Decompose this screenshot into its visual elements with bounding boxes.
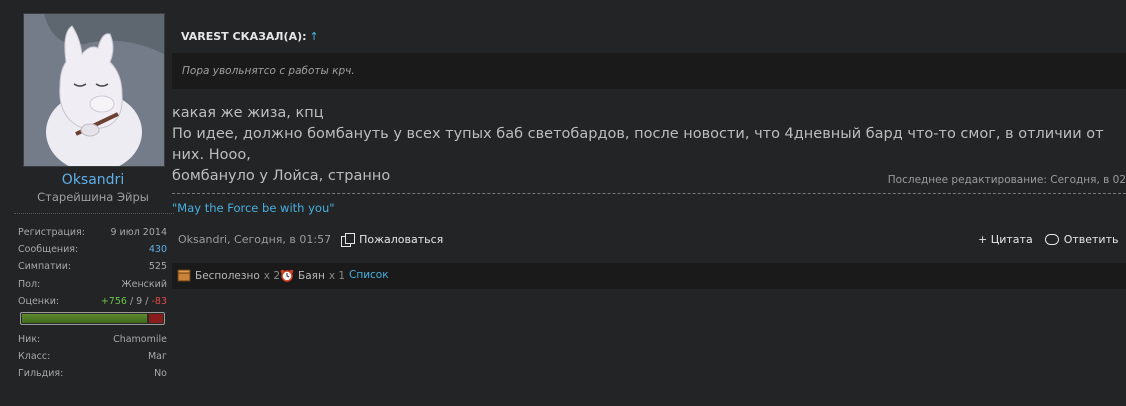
stat-registration: Регистрация: 9 июл 2014 bbox=[18, 224, 167, 241]
stat-value: Chamomile bbox=[113, 333, 167, 345]
rating-useless[interactable]: Бесполезно x 2 bbox=[177, 269, 280, 282]
stat-nick: Ник: Chamomile bbox=[18, 331, 167, 348]
stat-label: Симпатии: bbox=[18, 261, 72, 273]
stat-label: Гильдия: bbox=[18, 368, 64, 380]
ratings-list-link[interactable]: Список bbox=[349, 269, 389, 281]
rating-label: Баян bbox=[298, 269, 325, 282]
quote-text: Пора увольнятсо с работы крч. bbox=[182, 65, 355, 77]
post-actions: + Цитата Ответить #6 bbox=[978, 233, 1126, 246]
rating-count: x 1 bbox=[328, 269, 346, 282]
stat-messages: Сообщения: 430 bbox=[18, 241, 167, 258]
stat-label: Ник: bbox=[18, 333, 41, 345]
stat-gender: Пол: Женский bbox=[18, 276, 167, 293]
post-author-date[interactable]: Oksandri, Сегодня, в 01:57 bbox=[178, 233, 331, 246]
signature-divider bbox=[172, 193, 1126, 194]
stat-value: Женский bbox=[121, 278, 167, 290]
message-line: какая же жиза, кпц bbox=[172, 105, 324, 121]
reply-icon bbox=[1044, 234, 1059, 245]
message-line: По идее, должно бомбануть у всех тупых б… bbox=[172, 126, 1104, 163]
rating-positive: +756 bbox=[100, 295, 127, 307]
arrow-up-icon[interactable]: ↑ bbox=[310, 30, 319, 43]
avatar[interactable] bbox=[23, 13, 165, 167]
report-label: Пожаловаться bbox=[359, 233, 444, 246]
rating-bar-negative bbox=[149, 313, 163, 323]
rating-negative: -83 bbox=[151, 295, 167, 307]
avatar-image bbox=[24, 14, 164, 166]
user-sidebar: Oksandri Старейшина Эйры Регистрация: 9 и… bbox=[0, 0, 174, 406]
ratings-value: +756 / 9 / -83 bbox=[101, 293, 167, 310]
stat-label: Регистрация: bbox=[18, 227, 85, 238]
quote-button[interactable]: + Цитата bbox=[978, 233, 1033, 246]
stat-likes: Симпатии: 525 bbox=[18, 258, 167, 275]
stat-ratings: Оценки: +756 / 9 / -83 bbox=[18, 293, 167, 310]
username[interactable]: Oksandri bbox=[0, 172, 186, 188]
stat-label: Пол: bbox=[18, 278, 41, 290]
stat-label: Класс: bbox=[18, 351, 51, 363]
stat-value: 525 bbox=[148, 261, 167, 273]
messages-link[interactable]: 430 bbox=[149, 241, 167, 258]
report-button[interactable]: Пожаловаться bbox=[341, 233, 444, 247]
quote-header: VAREST СКАЗАЛ(А): ↑ bbox=[181, 30, 319, 43]
stat-value: 9 июл 2014 bbox=[110, 227, 167, 238]
box-icon bbox=[177, 269, 191, 282]
edited-note: Последнее редактирование: Сегодня, в 02 bbox=[887, 174, 1126, 186]
alarm-clock-icon bbox=[280, 269, 294, 282]
stat-label: Оценки: bbox=[18, 295, 60, 307]
stat-guild: Гильдия: No bbox=[18, 365, 167, 382]
user-stats: Регистрация: 9 июл 2014 Сообщения: 430 Сим… bbox=[18, 224, 167, 383]
quote-block: Пора увольнятсо с работы крч. bbox=[172, 53, 1126, 89]
stat-value: No bbox=[154, 368, 167, 380]
rating-label: Бесполезно bbox=[195, 269, 260, 282]
stat-value: Маг bbox=[147, 351, 167, 363]
rating-old[interactable]: Баян x 1 bbox=[280, 269, 345, 282]
reply-button[interactable]: Ответить bbox=[1044, 233, 1119, 246]
user-title: Старейшина Эйры bbox=[37, 190, 149, 204]
rating-sep: / bbox=[126, 295, 137, 307]
stat-label: Сообщения: bbox=[18, 244, 79, 256]
quote-author: VAREST СКАЗАЛ(А): bbox=[181, 30, 307, 43]
stat-class: Класс: Маг bbox=[18, 348, 167, 365]
rating-bar bbox=[20, 311, 165, 325]
report-icon bbox=[341, 233, 356, 247]
divider bbox=[14, 213, 174, 214]
ratings-bar: Бесполезно x 2 Баян x 1 Список bbox=[172, 263, 1126, 289]
reply-label: Ответить bbox=[1063, 233, 1119, 246]
post-meta: Oksandri, Сегодня, в 01:57 Пожаловаться bbox=[178, 233, 444, 247]
rating-bar-positive bbox=[22, 313, 147, 323]
rating-count: x 2 bbox=[263, 269, 281, 282]
signature: "May the Force be with you" bbox=[172, 201, 335, 215]
